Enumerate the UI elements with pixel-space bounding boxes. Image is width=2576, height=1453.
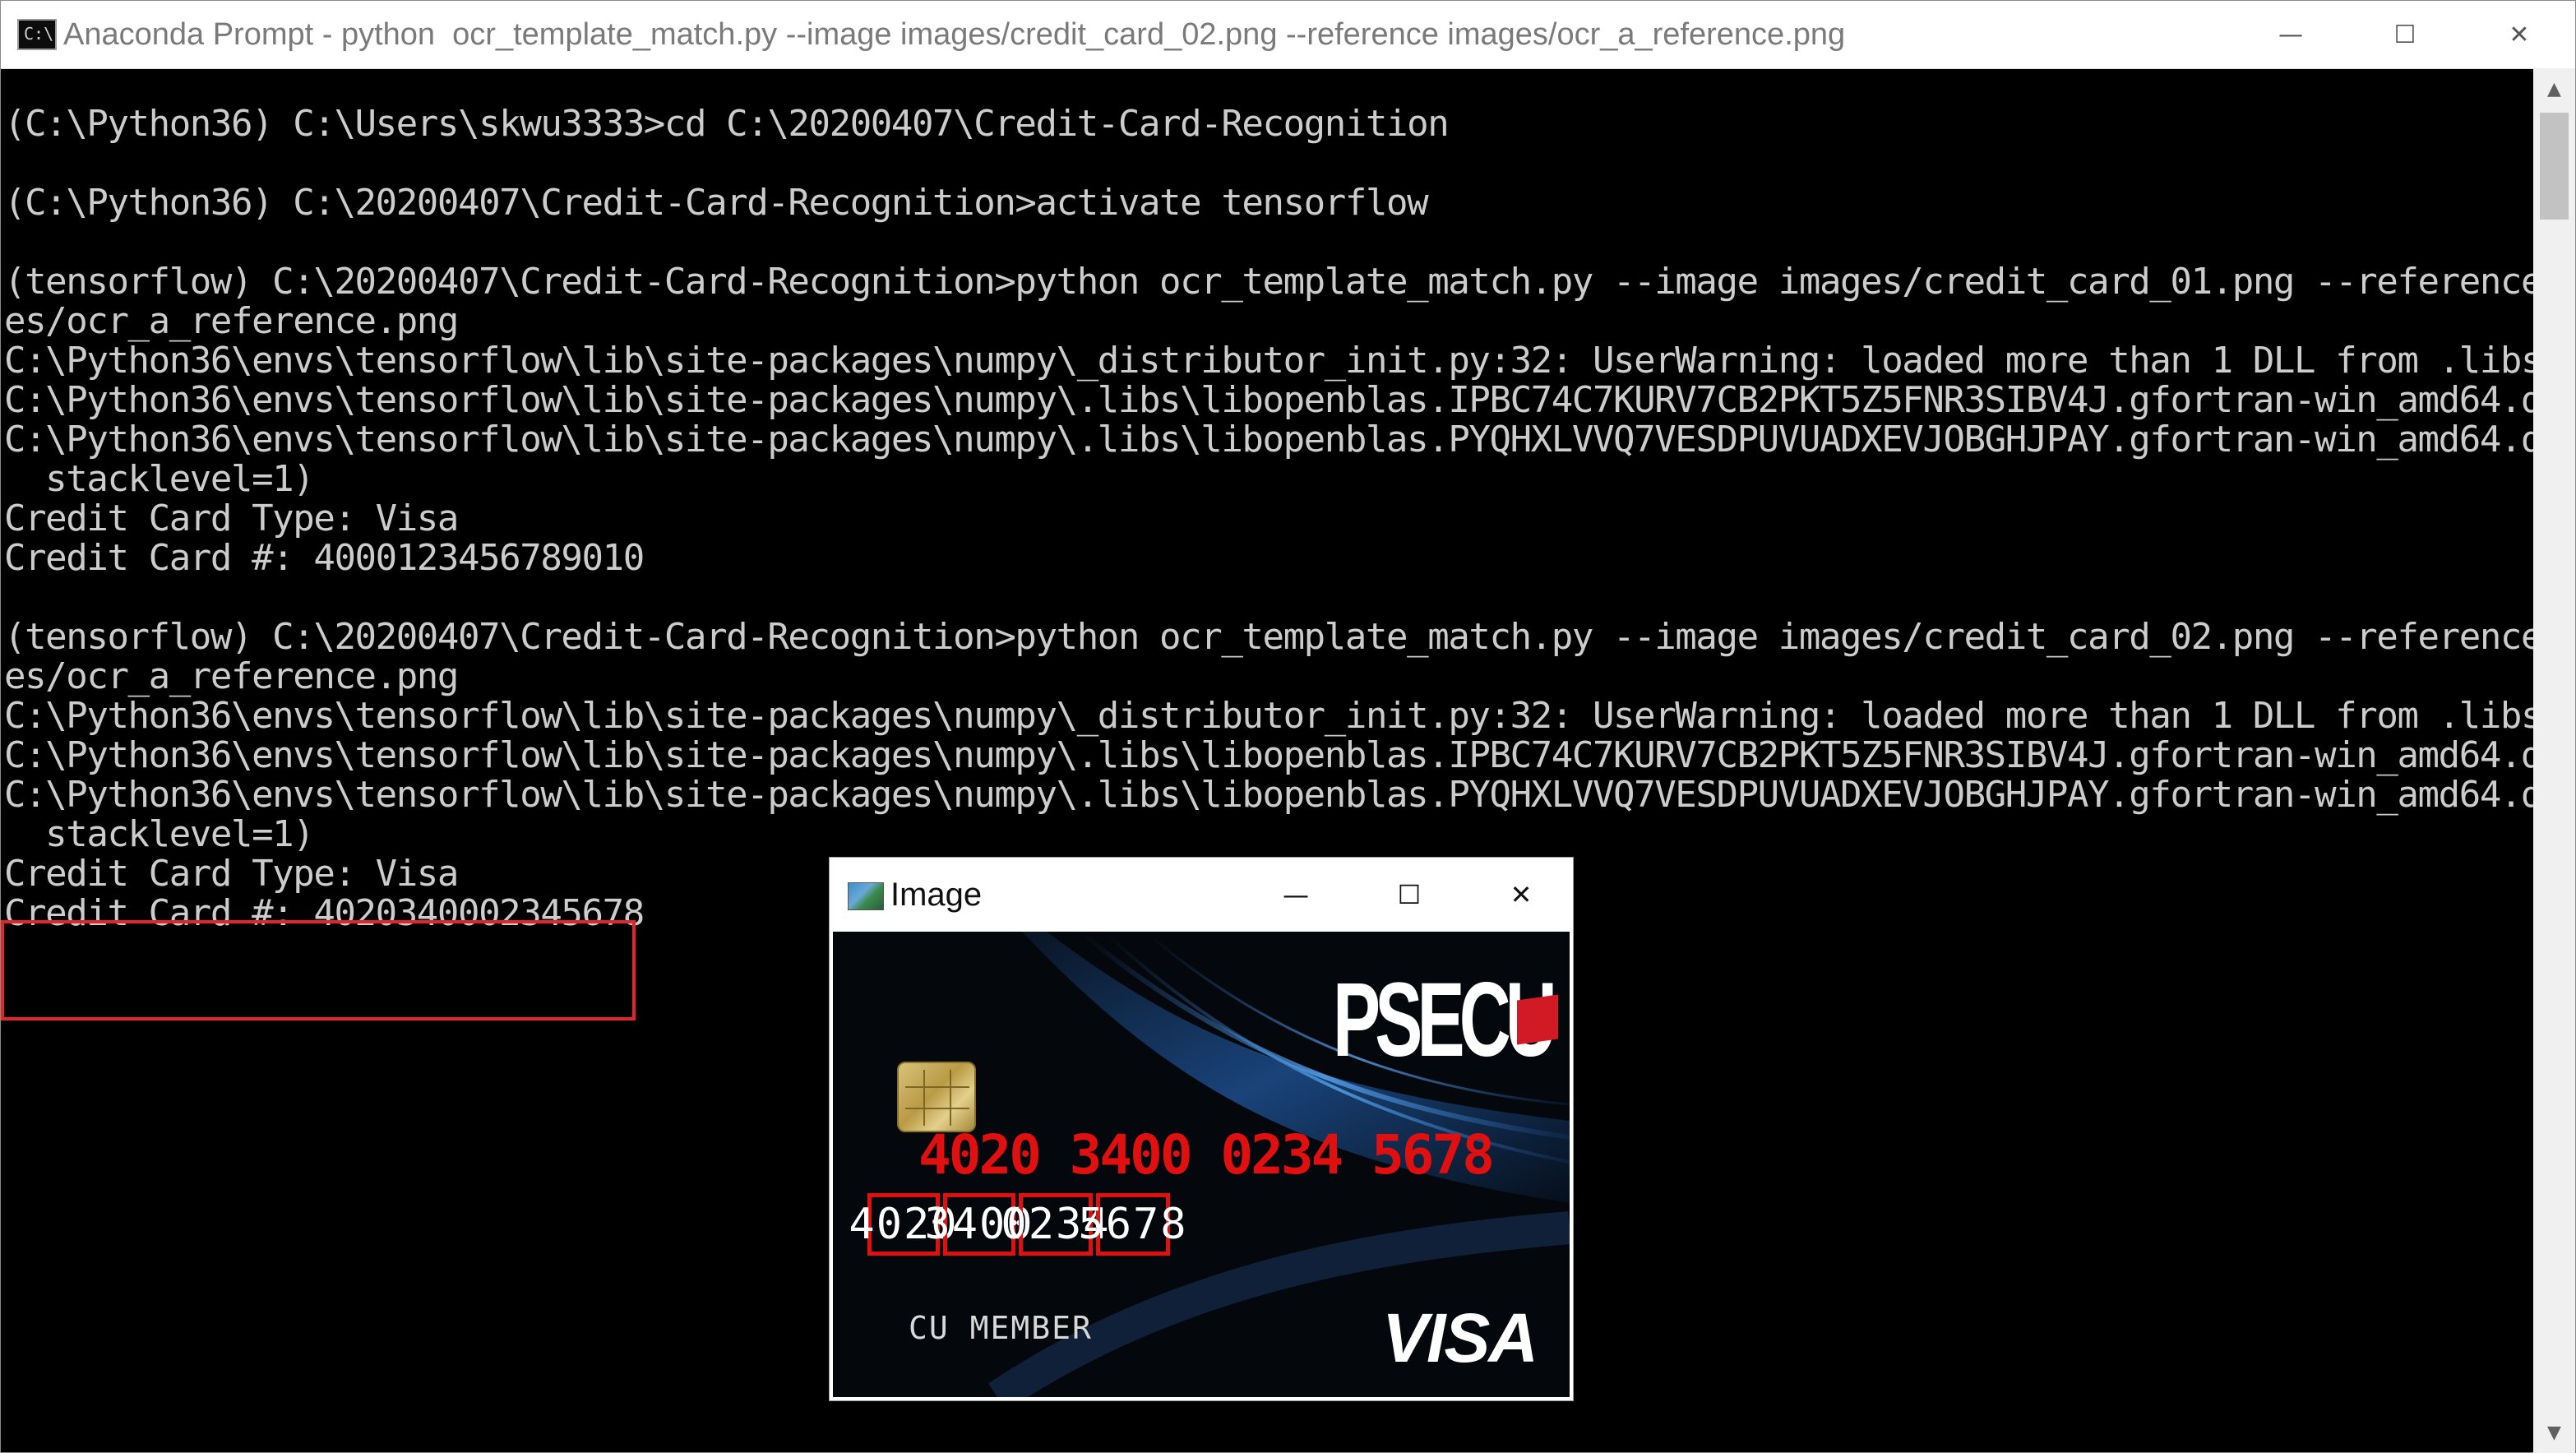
minimize-button[interactable]: — [2234, 1, 2347, 68]
scroll-down-arrow-icon[interactable]: ▼ [2533, 1412, 2575, 1453]
close-button[interactable]: ✕ [2463, 1, 2576, 68]
console-app-icon: C:\ [17, 19, 57, 50]
scroll-up-arrow-icon[interactable]: ▲ [2533, 68, 2575, 109]
console-lines: (C:\Python36) C:\Users\skwu3333>cd C:\20… [4, 104, 2533, 933]
console-line: es/ocr_a_reference.png [4, 300, 459, 342]
console-line: C:\Python36\envs\tensorflow\lib\site-pac… [4, 734, 2533, 776]
console-line: Credit Card Type: Visa [4, 497, 459, 539]
image-window: Image — ☐ ✕ PSECU 4020 3400 0234 5678 40… [829, 857, 1574, 1401]
console-line: es/ocr_a_reference.png [4, 655, 459, 697]
image-maximize-button[interactable]: ☐ [1353, 858, 1466, 932]
console-line: C:\Python36\envs\tensorflow\lib\site-pac… [4, 774, 2533, 816]
image-window-title: Image [890, 877, 983, 913]
image-close-button[interactable]: ✕ [1464, 858, 1578, 932]
console-line: Credit Card #: 4000123456789010 [4, 537, 645, 579]
scroll-thumb[interactable] [2540, 113, 2569, 220]
console-line: stacklevel=1) [4, 813, 315, 855]
console-line: C:\Python36\envs\tensorflow\lib\site-pac… [4, 340, 2533, 382]
console-line: C:\Python36\envs\tensorflow\lib\site-pac… [4, 695, 2533, 737]
digit-group-box: 5678 [1078, 1193, 1186, 1256]
console-line: (tensorflow) C:\20200407\Credit-Card-Rec… [4, 616, 2533, 658]
card-logo-state-mark [1517, 994, 1558, 1045]
maximize-button[interactable]: ☐ [2348, 1, 2462, 68]
image-minimize-button[interactable]: — [1239, 858, 1353, 932]
credit-card-image: PSECU 4020 3400 0234 5678 4020 3400 0234… [833, 932, 1570, 1397]
console-titlebar[interactable]: C:\ Anaconda Prompt - python ocr_templat… [1, 1, 2575, 69]
console-line: C:\Python36\envs\tensorflow\lib\site-pac… [4, 419, 2533, 460]
recognized-card-number: 4020 3400 0234 5678 [918, 1123, 1495, 1187]
image-window-titlebar[interactable]: Image — ☐ ✕ [830, 858, 1573, 932]
console-line: C:\Python36\envs\tensorflow\lib\site-pac… [4, 379, 2533, 421]
visa-logo: VISA [1382, 1299, 1538, 1377]
console-line: (C:\Python36) C:\Users\skwu3333>cd C:\20… [4, 103, 1450, 145]
console-line: stacklevel=1) [4, 458, 315, 500]
vertical-scrollbar[interactable]: ▲ ▼ [2533, 68, 2575, 1453]
result-highlight-box [1, 920, 636, 1020]
console-title: Anaconda Prompt - python ocr_template_ma… [63, 17, 1846, 52]
image-window-icon [848, 882, 884, 910]
card-member-label: CU MEMBER [909, 1310, 1093, 1346]
console-line: (tensorflow) C:\20200407\Credit-Card-Rec… [4, 261, 2533, 303]
console-line: (C:\Python36) C:\20200407\Credit-Card-Re… [4, 182, 1429, 224]
